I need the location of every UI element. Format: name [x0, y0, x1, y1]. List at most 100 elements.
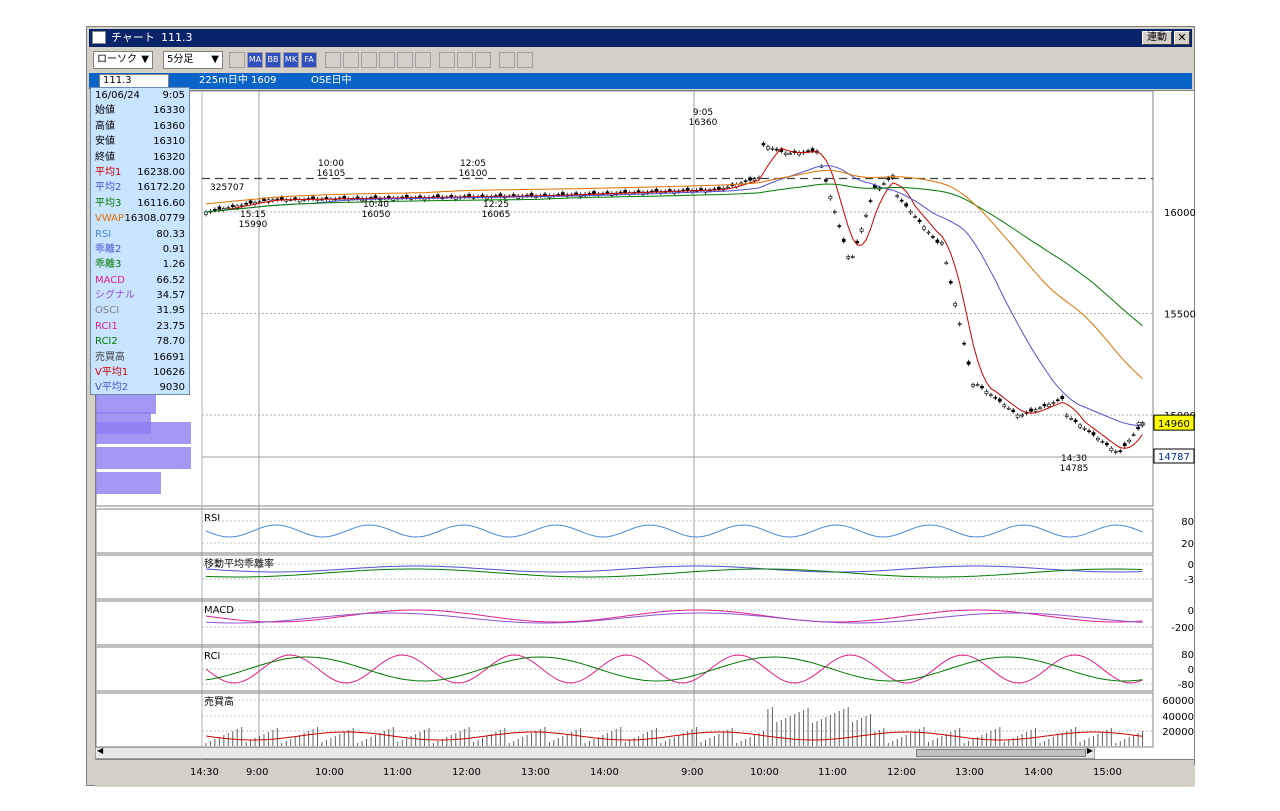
info-value: 1.26	[162, 259, 185, 271]
candle-body	[993, 396, 998, 399]
candle-body	[244, 203, 248, 205]
info-row: RCI1 23.75	[91, 319, 189, 334]
candle-body	[899, 199, 904, 202]
info-row: VWAP 16308.0779	[91, 211, 189, 226]
compare-icon[interactable]	[517, 52, 533, 68]
info-panel: 16/06/24 9:05 始値 16330 高値 16360 安値 16310 終値 16320…	[90, 87, 190, 395]
time-label: 9:00	[681, 767, 704, 778]
zoom-icon[interactable]	[379, 52, 395, 68]
candle-body	[1127, 439, 1132, 443]
time-label: 11:00	[818, 767, 847, 778]
point-figure-icon[interactable]	[343, 52, 359, 68]
candle-body	[828, 196, 833, 200]
time-label: 13:00	[955, 767, 984, 778]
rsi-tick-label: 20	[1181, 539, 1194, 550]
candle-body	[922, 226, 926, 230]
table-icon[interactable]	[397, 52, 413, 68]
info-value: 16310	[153, 136, 185, 148]
info-value: 16238.00	[137, 166, 185, 178]
candle-body	[841, 238, 846, 242]
candle-body	[1060, 396, 1065, 400]
settings-icon[interactable]	[499, 52, 515, 68]
chevron-down-icon: ▼	[211, 54, 219, 65]
candle-body	[953, 303, 958, 307]
candle-body	[226, 207, 231, 209]
candle-body	[868, 200, 873, 202]
line-icon[interactable]	[325, 52, 341, 68]
link-button[interactable]: 連動	[1142, 31, 1172, 45]
info-row: シグナル 34.57	[91, 288, 189, 303]
candle-body	[752, 178, 757, 181]
eraser-icon[interactable]	[475, 52, 491, 68]
ichimoku-icon[interactable]: MK	[283, 52, 299, 68]
vwap-line	[205, 170, 1143, 379]
deviation3-line	[205, 568, 1143, 578]
rci-panel-title: RCI	[204, 651, 220, 662]
time-label: 14:00	[1024, 767, 1053, 778]
info-value: 80.33	[156, 228, 185, 240]
info-value: 9030	[159, 382, 185, 394]
info-value: 16320	[153, 151, 185, 163]
candle-body	[1118, 450, 1123, 453]
candle-body	[230, 204, 235, 208]
scroll-thumb[interactable]	[916, 749, 1086, 757]
candle-body	[1051, 402, 1056, 404]
volume-tick-label: 60000	[1162, 696, 1194, 707]
info-row: 高値 16360	[91, 119, 189, 134]
info-value: 0.91	[162, 243, 185, 255]
info-row: RCI2 78.70	[91, 334, 189, 349]
deviation-tick-label: 0	[1188, 560, 1194, 571]
annotation-time: 10:40	[363, 200, 389, 210]
scroll-right-icon[interactable]: ▶	[1087, 746, 1093, 755]
chart-canvas[interactable]: 16000155001500010:001610512:05161009:051…	[95, 90, 1196, 761]
info-label: VWAP	[95, 213, 125, 225]
candle-body	[1055, 399, 1060, 402]
info-label: RCI2	[95, 336, 118, 348]
scroll-left-icon[interactable]: ◀	[97, 746, 103, 755]
candle-body	[980, 386, 984, 389]
info-value: 34.57	[156, 290, 185, 302]
candle-body	[908, 211, 913, 214]
info-label: V平均1	[95, 367, 129, 379]
candle-body	[824, 179, 828, 182]
bb-icon[interactable]: BB	[265, 52, 281, 68]
candle-body	[685, 187, 690, 191]
ma-icon[interactable]: MA	[247, 52, 263, 68]
deviation-tick-label: -3	[1184, 575, 1194, 586]
interval-dropdown[interactable]: 5分足 ▼	[163, 51, 223, 69]
info-row: 乖離3 1.26	[91, 257, 189, 272]
info-label: 高値	[95, 120, 115, 132]
rsi-line	[205, 524, 1143, 538]
candle-body	[592, 191, 596, 195]
candle-body	[1064, 414, 1069, 417]
toolbar: ローソク ▼ 5分足 ▼ MA BB MK FA	[89, 49, 1192, 71]
new-icon[interactable]	[415, 52, 431, 68]
chart-type-dropdown[interactable]: ローソク ▼	[93, 51, 153, 69]
candle-body	[699, 188, 703, 191]
time-label: 14:00	[590, 767, 619, 778]
pen-icon[interactable]	[439, 52, 455, 68]
fa-icon[interactable]: FA	[301, 52, 317, 68]
time-axis: 14:30 9:00 10:00 11:00 12:00 13:00 14:00 9:00 10…	[95, 765, 1195, 787]
info-label: V平均2	[95, 382, 129, 394]
cursor-icon[interactable]	[457, 52, 473, 68]
time-label: 10:00	[315, 767, 344, 778]
candle-body	[761, 143, 766, 146]
info-row: OSCI 31.95	[91, 303, 189, 318]
horizontal-scrollbar[interactable]: ◀ ▶	[95, 746, 1095, 759]
candle-body	[248, 200, 253, 204]
candle-body	[257, 201, 262, 203]
code-input[interactable]: 111.3	[99, 74, 169, 88]
volume-icon[interactable]	[361, 52, 377, 68]
macd-tick-label: 0	[1188, 606, 1194, 617]
chart-icon[interactable]	[229, 52, 245, 68]
candle-body	[770, 147, 775, 150]
annotation-time: 12:05	[460, 159, 486, 169]
candle-body	[1096, 437, 1100, 441]
candle-body	[904, 203, 909, 207]
time-label: 10:00	[750, 767, 779, 778]
candle-body	[926, 231, 931, 234]
chart-area[interactable]: 16000155001500010:001610512:05161009:051…	[95, 90, 1196, 761]
close-icon[interactable]: ✕	[1174, 31, 1190, 45]
candle-body	[1029, 408, 1033, 412]
